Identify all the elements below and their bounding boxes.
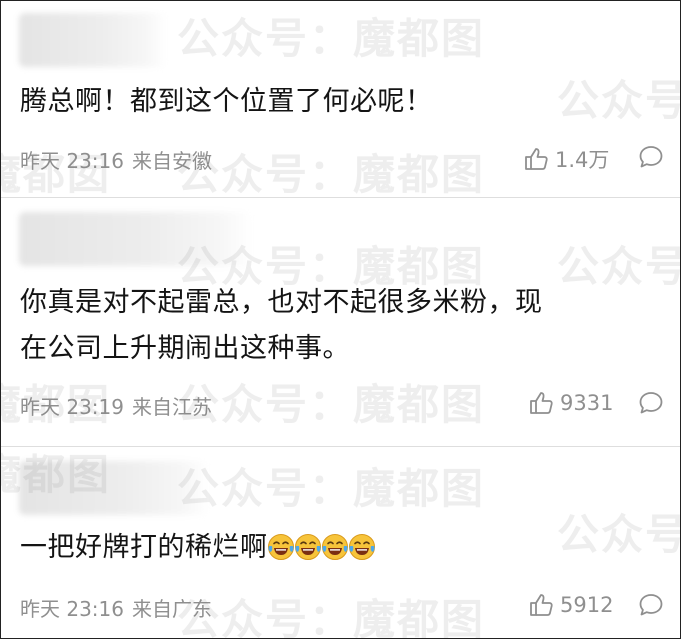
comment-feed: 腾总啊！都到这个位置了何必呢！ 昨天 23:16 来自安徽 1.4万 你真是对不… (0, 0, 681, 639)
comment-item: 腾总啊！都到这个位置了何必呢！ 昨天 23:16 来自安徽 1.4万 (1, 1, 680, 197)
like-button[interactable]: 9331 (528, 390, 613, 416)
reply-bubble-icon[interactable] (638, 592, 664, 618)
laughing-crying-face-icon (348, 534, 375, 560)
emoji-group (267, 532, 376, 563)
reply-bubble-icon[interactable] (638, 390, 664, 416)
blurred-user-info (19, 212, 253, 266)
comment-time: 昨天 23:16 (20, 148, 124, 173)
comment-time: 昨天 23:16 (20, 596, 124, 621)
comment-text: 腾总啊！都到这个位置了何必呢！ (20, 86, 433, 117)
like-button[interactable]: 1.4万 (523, 144, 609, 174)
comment-time: 昨天 23:19 (20, 394, 124, 419)
like-button[interactable]: 5912 (528, 592, 613, 618)
laughing-crying-face-icon (294, 534, 321, 560)
comment-item: 你真是对不起雷总，也对不起很多米粉，现 在公司上升期闹出这种事。 昨天 23:1… (1, 198, 680, 446)
laughing-crying-face-icon (267, 534, 294, 560)
comment-item: 一把好牌打的稀烂啊 昨天 23:16 来自广东 5912 (1, 447, 680, 638)
thumbs-up-icon (530, 594, 553, 616)
comment-text-line: 在公司上升期闹出这种事。 (20, 333, 350, 364)
reply-bubble-icon[interactable] (638, 144, 664, 170)
comment-location: 来自广东 (132, 596, 212, 621)
comment-text-line: 你真是对不起雷总，也对不起很多米粉，现 (20, 287, 543, 318)
thumbs-up-icon (530, 392, 553, 414)
thumbs-up-icon (525, 148, 548, 170)
like-count: 9331 (560, 391, 614, 415)
like-count: 5912 (560, 593, 614, 617)
blurred-user-info (19, 13, 167, 67)
comment-text: 一把好牌打的稀烂啊 (20, 525, 660, 571)
blurred-user-info (19, 461, 209, 515)
comment-location: 来自江苏 (132, 394, 212, 419)
comment-text: 你真是对不起雷总，也对不起很多米粉，现 在公司上升期闹出这种事。 (20, 280, 660, 372)
comment-location: 来自安徽 (132, 148, 212, 173)
like-count: 1.4万 (555, 148, 610, 172)
comment-text-content: 一把好牌打的稀烂啊 (20, 532, 268, 563)
laughing-crying-face-icon (321, 534, 348, 560)
